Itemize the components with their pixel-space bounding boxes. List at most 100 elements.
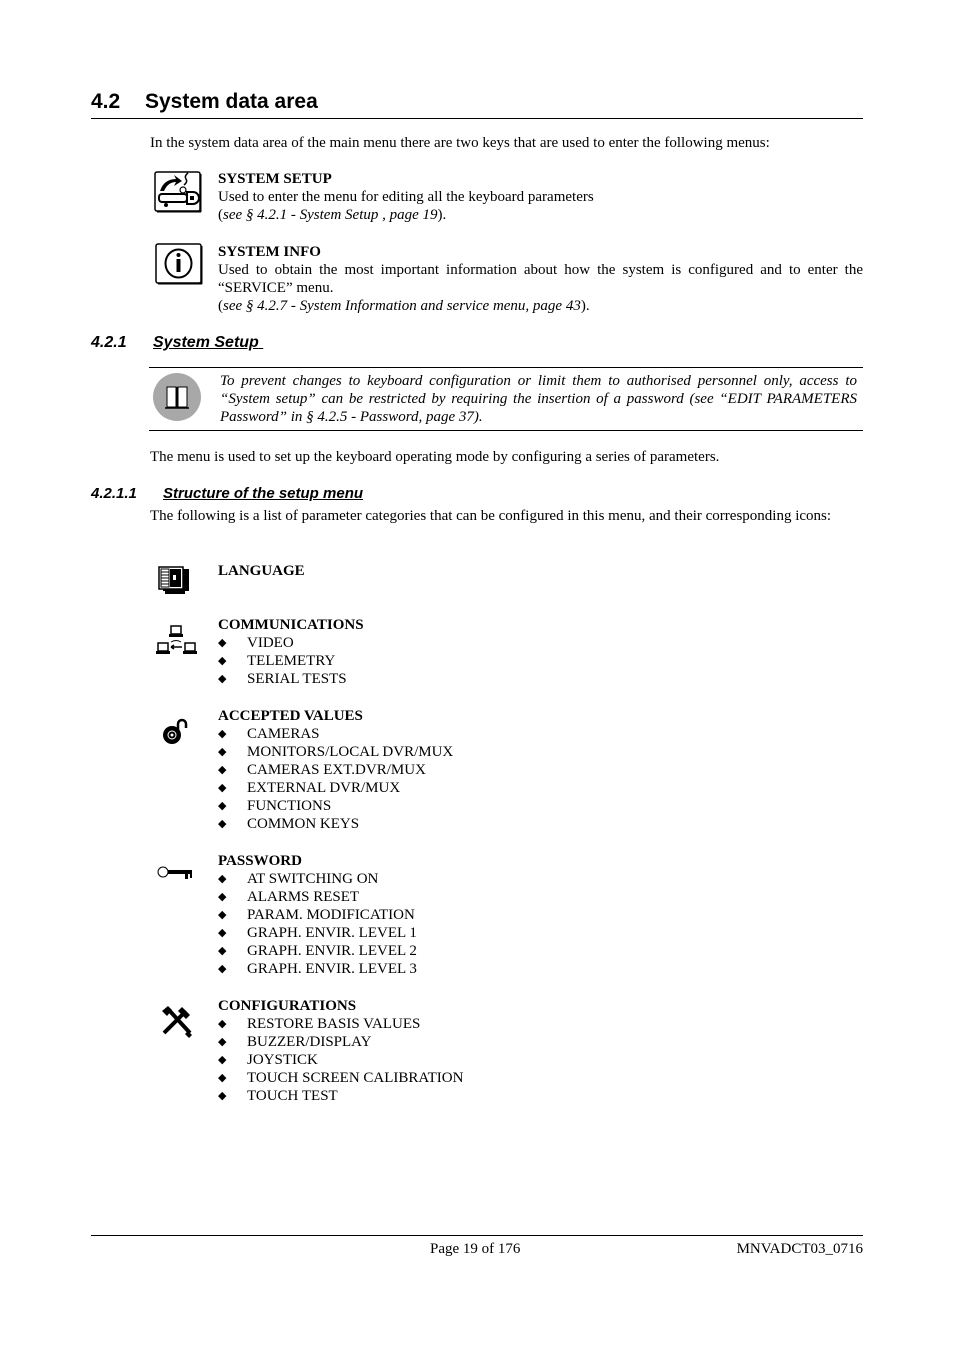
item-label: TELEMETRY [247, 653, 336, 669]
list-item: ◆ JOYSTICK [218, 1051, 858, 1069]
language-icon [157, 566, 191, 601]
item-label: GRAPH. ENVIR. LEVEL 1 [247, 925, 417, 941]
category-title: ACCEPTED VALUES [218, 708, 363, 724]
bullet-icon: ◆ [218, 945, 227, 957]
bullet-icon: ◆ [218, 873, 227, 885]
subsection-heading: 4.2.1 System Setup [91, 333, 263, 353]
list-item: ◆ VIDEO [218, 634, 858, 652]
category-title: CONFIGURATIONS [218, 998, 357, 1014]
section-intro: In the system data area of the main menu… [150, 135, 770, 151]
bullet-icon: ◆ [218, 963, 227, 975]
item-label: VIDEO [247, 635, 294, 651]
category-communications: COMMUNICATIONS ◆ VIDEO ◆ TELEMETRY ◆ SERIAL… [218, 616, 858, 688]
section-title: System data area [145, 90, 318, 113]
list-item: ◆ SERIAL TESTS [218, 670, 858, 688]
item-label: FUNCTIONS [247, 798, 332, 814]
bullet-icon: ◆ [218, 764, 227, 776]
category-accepted-values: ACCEPTED VALUES ◆ CAMERAS ◆ MONITORS/LOCAL… [218, 707, 858, 833]
list-item: ◆ ALARMS RESET [218, 888, 858, 906]
info-icon [155, 243, 203, 290]
key-reference: (see § 4.2.1 - System Setup , page 19). [218, 206, 863, 224]
system-setup-icon [154, 171, 202, 218]
list-item: ◆ TOUCH TEST [218, 1087, 858, 1105]
item-label: COMMON KEYS [247, 816, 360, 832]
tools-icon [160, 1005, 194, 1044]
item-label: EXTERNAL DVR/MUX [247, 780, 401, 796]
bullet-icon: ◆ [218, 800, 227, 812]
bullet-icon: ◆ [218, 818, 227, 830]
category-title: COMMUNICATIONS [218, 617, 364, 633]
ref-close: ). [580, 298, 590, 314]
footer-divider [91, 1235, 863, 1236]
list-item: ◆ COMMON KEYS [218, 815, 858, 833]
list-item: ◆ RESTORE BASIS VALUES [218, 1015, 858, 1033]
list-item: ◆ BUZZER/DISPLAY [218, 1033, 858, 1051]
item-label: RESTORE BASIS VALUES [247, 1016, 421, 1032]
key-system-setup: SYSTEM SETUP Used to enter the menu for … [218, 170, 863, 224]
key-description: Used to enter the menu for editing all t… [218, 189, 594, 205]
item-label: SERIAL TESTS [247, 671, 347, 687]
note-text: To prevent changes to keyboard configura… [220, 373, 857, 425]
bullet-icon: ◆ [218, 1072, 227, 1084]
list-item: ◆ PARAM. MODIFICATION [218, 906, 858, 924]
bullet-icon: ◆ [218, 728, 227, 740]
item-label: ALARMS RESET [247, 889, 360, 905]
key-reference-link[interactable]: see § 4.2.1 - System Setup , page 19 [223, 207, 438, 223]
item-label: PARAM. MODIFICATION [247, 907, 415, 923]
bullet-icon: ◆ [218, 1090, 227, 1102]
subsubsection-number: 4.2.1.1 [91, 485, 137, 502]
item-label: AT SWITCHING ON [247, 871, 379, 887]
document-code: MNVADCT03_0716 [736, 1241, 863, 1257]
ref-close: ). [437, 207, 447, 223]
bullet-icon: ◆ [218, 637, 227, 649]
book-icon [152, 372, 202, 427]
subsubsection-heading: 4.2.1.1 Structure of the setup menu [91, 485, 363, 503]
key-system-info: SYSTEM INFO Used to obtain the most impo… [218, 243, 863, 315]
key-reference-link[interactable]: see § 4.2.7 - System Information and ser… [223, 298, 581, 314]
bullet-icon: ◆ [218, 1036, 227, 1048]
category-password: PASSWORD ◆ AT SWITCHING ON ◆ ALARMS RESET … [218, 852, 858, 978]
list-item: ◆ MONITORS/LOCAL DVR/MUX [218, 743, 858, 761]
bullet-icon: ◆ [218, 1018, 227, 1030]
page-number: Page 19 of 176 [430, 1241, 521, 1257]
bullet-icon: ◆ [218, 1054, 227, 1066]
bullet-icon: ◆ [218, 909, 227, 921]
item-label: JOYSTICK [247, 1052, 318, 1068]
subsection-number: 4.2.1 [91, 334, 127, 351]
list-item: ◆ AT SWITCHING ON [218, 870, 858, 888]
bullet-icon: ◆ [218, 891, 227, 903]
key-icon [157, 864, 195, 887]
list-item: ◆ GRAPH. ENVIR. LEVEL 3 [218, 960, 858, 978]
list-item: ◆ TOUCH SCREEN CALIBRATION [218, 1069, 858, 1087]
subsection-body: The menu is used to set up the keyboard … [150, 449, 720, 465]
item-label: CAMERAS [247, 726, 320, 742]
bullet-icon: ◆ [218, 746, 227, 758]
category-language: LANGUAGE [218, 562, 858, 580]
list-item: ◆ CAMERAS [218, 725, 858, 743]
list-item: ◆ EXTERNAL DVR/MUX [218, 779, 858, 797]
item-label: GRAPH. ENVIR. LEVEL 3 [247, 961, 417, 977]
item-label: BUZZER/DISPLAY [247, 1034, 372, 1050]
list-item: ◆ CAMERAS EXT.DVR/MUX [218, 761, 858, 779]
category-title: LANGUAGE [218, 563, 305, 579]
note-box: To prevent changes to keyboard configura… [149, 367, 863, 431]
network-icon [156, 625, 198, 664]
section-heading: 4.2 System data area [91, 89, 863, 119]
item-label: TOUCH SCREEN CALIBRATION [247, 1070, 464, 1086]
list-item: ◆ GRAPH. ENVIR. LEVEL 2 [218, 942, 858, 960]
key-description: Used to obtain the most important inform… [218, 262, 863, 296]
category-configurations: CONFIGURATIONS ◆ RESTORE BASIS VALUES ◆ BU… [218, 997, 858, 1105]
padlock-open-icon [161, 716, 191, 751]
key-reference: (see § 4.2.7 - System Information and se… [218, 297, 863, 315]
list-item: ◆ GRAPH. ENVIR. LEVEL 1 [218, 924, 858, 942]
subsubsection-title: Structure of the setup menu [163, 485, 364, 502]
category-title: PASSWORD [218, 853, 302, 869]
subsubsection-intro: The following is a list of parameter cat… [150, 508, 832, 524]
item-label: CAMERAS EXT.DVR/MUX [247, 762, 426, 778]
list-item: ◆ FUNCTIONS [218, 797, 858, 815]
bullet-icon: ◆ [218, 655, 227, 667]
bullet-icon: ◆ [218, 673, 227, 685]
item-label: TOUCH TEST [247, 1088, 338, 1104]
key-title: SYSTEM SETUP [218, 171, 332, 187]
key-title: SYSTEM INFO [218, 244, 321, 260]
